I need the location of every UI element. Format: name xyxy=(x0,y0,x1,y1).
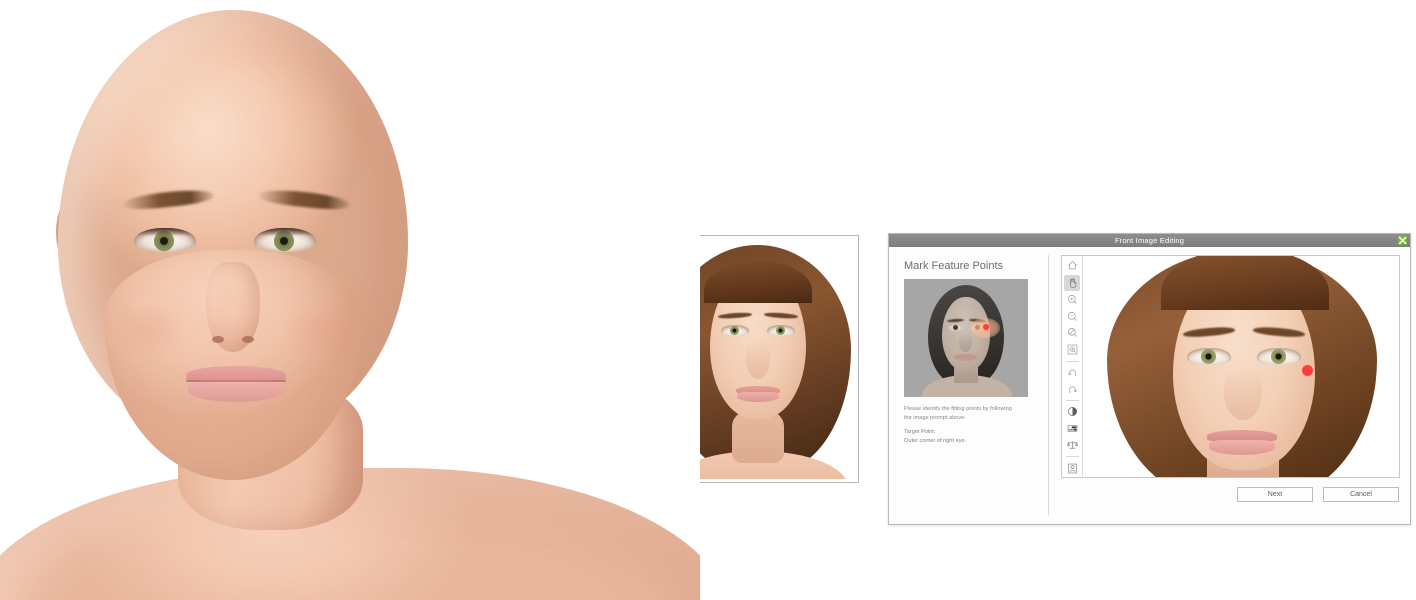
instruction-line-1: Please identify the fitting points by fo… xyxy=(904,406,1012,412)
canvas-lower-lip xyxy=(1209,440,1275,455)
levels-icon[interactable] xyxy=(1064,421,1080,437)
balance-icon[interactable] xyxy=(1064,437,1080,453)
photo-eye-left xyxy=(721,325,749,336)
avatar-nose xyxy=(206,262,260,352)
thumb-lips xyxy=(954,354,977,361)
avatar-eye-right xyxy=(254,228,316,252)
canvas-iris-right xyxy=(1271,349,1286,364)
dialog-titlebar[interactable]: Front Image Editing ❎ xyxy=(889,234,1410,247)
photo-nose xyxy=(746,339,770,379)
dialog-title: Front Image Editing xyxy=(1114,236,1185,245)
next-button-label: Next xyxy=(1267,491,1283,498)
canvas-hair-top xyxy=(1161,256,1329,310)
dialog-left-panel: Mark Feature Points Please identify the … xyxy=(901,255,1049,516)
undo-icon[interactable] xyxy=(1064,364,1080,380)
photo-iris-left xyxy=(730,326,739,335)
home-icon[interactable] xyxy=(1064,258,1080,274)
image-canvas-wrapper xyxy=(1061,255,1400,478)
photo-iris-right xyxy=(776,326,785,335)
close-circle-icon[interactable]: ❎ xyxy=(1397,236,1408,245)
zoom-fit-icon[interactable] xyxy=(1064,342,1080,358)
target-point-value: Outer corner of right eye. xyxy=(904,437,967,444)
image-tools-toolbar xyxy=(1062,256,1083,477)
toolbar-divider xyxy=(1065,360,1079,362)
zoom-reset-icon[interactable] xyxy=(1064,325,1080,341)
photo-eye-right xyxy=(767,325,795,336)
avatar-lash-left xyxy=(134,228,196,236)
avatar-nostril-left xyxy=(212,336,224,343)
redo-icon[interactable] xyxy=(1064,381,1080,397)
feature-point-marker[interactable] xyxy=(1302,365,1313,376)
toolbar-divider xyxy=(1065,456,1079,458)
thumb-eye-left xyxy=(948,325,963,331)
thumb-feature-point-marker xyxy=(983,324,989,330)
canvas-eye-right xyxy=(1257,348,1301,365)
dialog-instructions: Please identify the fitting points by fo… xyxy=(904,405,1032,446)
contrast-icon[interactable] xyxy=(1064,404,1080,420)
next-button[interactable]: Next xyxy=(1237,487,1313,502)
thumb-iris-left xyxy=(953,325,958,330)
dialog-heading: Mark Feature Points xyxy=(904,260,1004,272)
dialog-body: Mark Feature Points Please identify the … xyxy=(889,247,1410,524)
thumb-nose xyxy=(959,332,972,352)
avatar-eye-left xyxy=(134,228,196,252)
canvas-eye-left xyxy=(1187,348,1231,365)
avatar-lower-lip xyxy=(188,380,284,402)
avatar-lash-right xyxy=(254,228,316,236)
avatar-cheek-right xyxy=(282,300,362,360)
avatar-mouth-line xyxy=(186,380,286,382)
cancel-button-label: Cancel xyxy=(1350,491,1372,498)
reference-thumbnail xyxy=(904,279,1028,397)
pan-hand-icon[interactable] xyxy=(1064,274,1080,291)
target-point-label: Target Point: xyxy=(904,429,936,436)
canvas-iris-left xyxy=(1201,349,1216,364)
front-image-editing-dialog: Front Image Editing ❎ Mark Feature Point… xyxy=(888,233,1411,525)
instruction-line-2: the image prompt above. xyxy=(904,414,966,421)
avatar-3d-viewport[interactable] xyxy=(0,0,700,600)
toolbar-divider xyxy=(1065,399,1079,401)
avatar-cheek-left xyxy=(108,300,188,360)
zoom-in-icon[interactable] xyxy=(1064,292,1080,308)
canvas-nose xyxy=(1224,366,1262,420)
portrait-frame-icon[interactable] xyxy=(1064,460,1080,476)
dialog-right-panel: Next Cancel xyxy=(1049,255,1400,516)
photo-lower-lip xyxy=(737,392,779,402)
zoom-out-icon[interactable] xyxy=(1064,308,1080,324)
cancel-button[interactable]: Cancel xyxy=(1323,487,1399,502)
avatar-nostril-right xyxy=(242,336,254,343)
image-canvas[interactable] xyxy=(1083,256,1399,477)
dialog-footer: Next Cancel xyxy=(1061,487,1400,502)
